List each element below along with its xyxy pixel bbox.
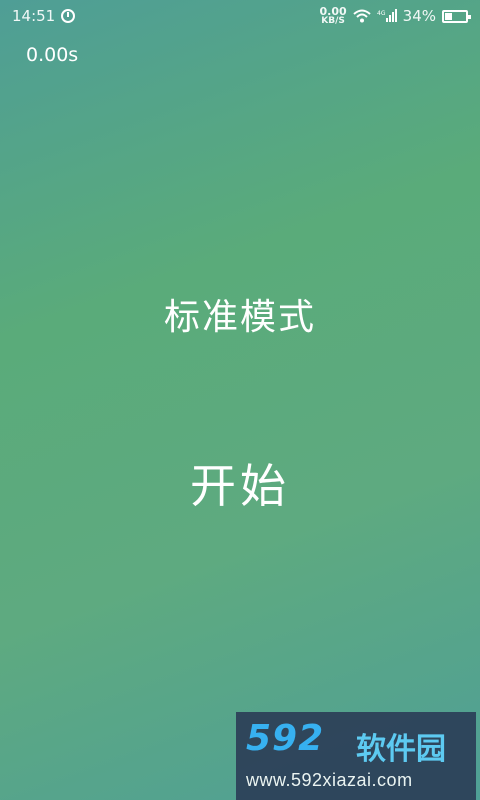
start-button[interactable]: 开始 (0, 450, 480, 516)
cellular-signal-icon: 4G (377, 9, 397, 23)
watermark: 592 软件园 www.592xiazai.com (236, 712, 476, 800)
status-left: 14:51 (12, 7, 76, 25)
wifi-icon (352, 9, 371, 23)
clock: 14:51 (12, 7, 56, 25)
mode-selector[interactable]: 标准模式 (0, 288, 480, 340)
watermark-logo-number: 592 (246, 718, 325, 759)
elapsed-timer: 0.00s (26, 44, 79, 66)
status-bar: 14:51 0.00 KB/S 4G 34% (0, 0, 480, 32)
net-speed-unit: KB/S (321, 16, 345, 26)
battery-icon (442, 9, 471, 23)
network-type-label: 4G (377, 10, 386, 17)
watermark-url: www.592xiazai.com (246, 770, 413, 790)
battery-level (445, 12, 452, 20)
status-right: 0.00 KB/S 4G 34% (320, 6, 471, 26)
net-speed: 0.00 KB/S (320, 6, 347, 26)
alarm-clock-icon (61, 9, 76, 23)
watermark-logo-text: 软件园 (356, 732, 446, 767)
battery-percent: 34% (402, 7, 436, 25)
